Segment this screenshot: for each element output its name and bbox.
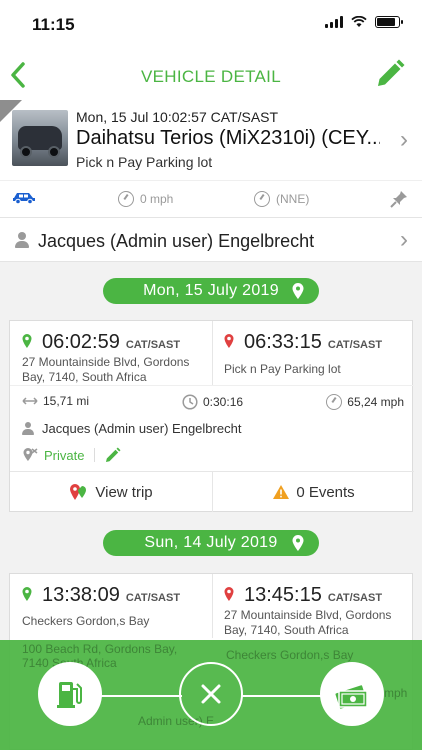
- distance-value: 15,71 mi: [43, 394, 90, 408]
- events-button[interactable]: 0 Events: [212, 472, 414, 512]
- expense-button[interactable]: [320, 662, 384, 726]
- date-header: Mon, 15 July 2019: [103, 278, 319, 304]
- distance-stat: 15,71 mi: [22, 394, 89, 408]
- driver-row[interactable]: Jacques (Admin user) Engelbrecht ›: [0, 218, 422, 262]
- speedometer-icon: [326, 394, 343, 410]
- trip-end-time: 13:45:15 CAT/SAST: [224, 584, 382, 607]
- trip-card[interactable]: 06:02:59 CAT/SAST 27 Mountainside Blvd, …: [9, 320, 414, 512]
- signal-icon: [325, 16, 343, 28]
- compass-icon: [254, 191, 270, 207]
- vehicle-last-update: Mon, 15 Jul 10:02:57 CAT/SAST: [76, 109, 279, 125]
- privacy-row: Private: [22, 447, 121, 463]
- end-time-value: 13:45:15: [244, 584, 322, 606]
- driver-icon: [14, 232, 30, 248]
- map-pin-icon: [292, 283, 304, 299]
- duration-stat: 0:30:16: [182, 394, 243, 410]
- connector-line: [242, 695, 324, 697]
- trip-start-address: Checkers Gordon,s Bay: [22, 614, 150, 628]
- end-pin-icon: [224, 587, 234, 601]
- trip-end-address: Pick n Pay Parking lot: [224, 362, 341, 376]
- trip-driver-name: Jacques (Admin user) Engelbrecht: [42, 421, 242, 436]
- speed-value: 0 mph: [140, 192, 174, 206]
- trip-end-address: 27 Mountainside Blvd, Gordons Bay, 7140,…: [224, 608, 392, 637]
- edit-button[interactable]: [374, 58, 406, 90]
- status-icons: [325, 16, 403, 28]
- wifi-icon: [351, 16, 367, 27]
- max-speed-value: 65,24 mph: [347, 395, 404, 409]
- events-label: 0 Events: [296, 483, 355, 501]
- date-header: Sun, 14 July 2019: [103, 530, 319, 556]
- vehicle-meta-row: 0 mph (NNE): [0, 180, 422, 216]
- start-pin-icon: [22, 587, 32, 601]
- car-icon: [12, 190, 36, 204]
- close-button[interactable]: [179, 662, 243, 726]
- status-time: 11:15: [32, 15, 75, 34]
- pin-tool-icon[interactable]: [390, 190, 408, 208]
- view-trip-button[interactable]: View trip: [10, 472, 212, 512]
- duration-value: 0:30:16: [203, 395, 244, 409]
- speedometer-icon: [118, 191, 134, 207]
- connector-line: [100, 695, 182, 697]
- map-pin-icon: [292, 535, 304, 551]
- trip-start-time: 13:38:09 CAT/SAST: [22, 584, 180, 607]
- trip-start-address: 27 Mountainside Blvd, Gordons Bay, 7140,…: [22, 355, 190, 384]
- driver-icon: [22, 422, 34, 435]
- battery-icon: [375, 16, 403, 28]
- privacy-label: Private: [44, 447, 85, 463]
- end-timezone: CAT/SAST: [327, 592, 383, 604]
- trip-stats: 15,71 mi 0:30:16 65,24 mph: [10, 385, 414, 415]
- date-label: Sun, 14 July 2019: [144, 534, 278, 551]
- pencil-icon: [378, 59, 405, 86]
- fuel-pump-icon: [57, 682, 82, 708]
- ghost-speed: mph: [384, 686, 408, 700]
- end-time-value: 06:33:15: [244, 331, 322, 353]
- chevron-right-icon: ›: [400, 126, 408, 153]
- ghost-end-text: Checkers Gordon,s Bay: [226, 648, 354, 662]
- ghost-start-address: 100 Beach Rd, Gordons Bay, 7140 South Af…: [22, 642, 178, 670]
- vehicle-photo: [12, 110, 68, 166]
- start-timezone: CAT/SAST: [125, 592, 181, 604]
- warning-icon: [273, 485, 290, 499]
- page-title: VEHICLE DETAIL: [141, 67, 281, 86]
- start-time-value: 13:38:09: [42, 584, 120, 606]
- nav-bar: VEHICLE DETAIL: [0, 50, 422, 100]
- quick-action-overlay: 100 Beach Rd, Gordons Bay, 7140 South Af…: [0, 640, 422, 750]
- heading-readout: (NNE): [254, 191, 309, 207]
- chevron-right-icon: ›: [400, 226, 408, 253]
- vehicle-location: Pick n Pay Parking lot: [76, 154, 213, 170]
- start-time-value: 06:02:59: [42, 331, 120, 353]
- distance-icon: [22, 397, 38, 405]
- date-label: Mon, 15 July 2019: [143, 282, 279, 299]
- vehicle-card[interactable]: Mon, 15 Jul 10:02:57 CAT/SAST Daihatsu T…: [0, 100, 422, 218]
- route-pin-icon: [70, 484, 87, 500]
- trip-driver: Jacques (Admin user) Engelbrecht: [22, 421, 241, 436]
- clock-icon: [182, 394, 198, 410]
- pencil-icon[interactable]: [105, 447, 121, 463]
- max-speed-stat: 65,24 mph: [326, 394, 404, 410]
- speed-readout: 0 mph: [118, 191, 173, 207]
- heading-value: (NNE): [276, 192, 310, 206]
- driver-name: Jacques (Admin user) Engelbrecht: [38, 231, 315, 251]
- start-pin-icon: [22, 334, 32, 348]
- money-icon: [335, 685, 368, 709]
- fuel-button[interactable]: [38, 662, 102, 726]
- end-pin-icon: [224, 334, 234, 348]
- end-timezone: CAT/SAST: [327, 339, 383, 351]
- trip-end-time: 06:33:15 CAT/SAST: [224, 331, 382, 354]
- trip-actions: View trip 0 Events: [10, 471, 414, 512]
- status-bar: 11:15: [0, 0, 422, 50]
- vehicle-name: Daihatsu Terios (MiX2310i) (CEY...: [76, 127, 380, 149]
- trip-start-time: 06:02:59 CAT/SAST: [22, 331, 180, 354]
- view-trip-label: View trip: [95, 483, 153, 501]
- private-pin-icon: [23, 448, 38, 461]
- start-timezone: CAT/SAST: [125, 339, 181, 351]
- close-icon: [201, 684, 221, 704]
